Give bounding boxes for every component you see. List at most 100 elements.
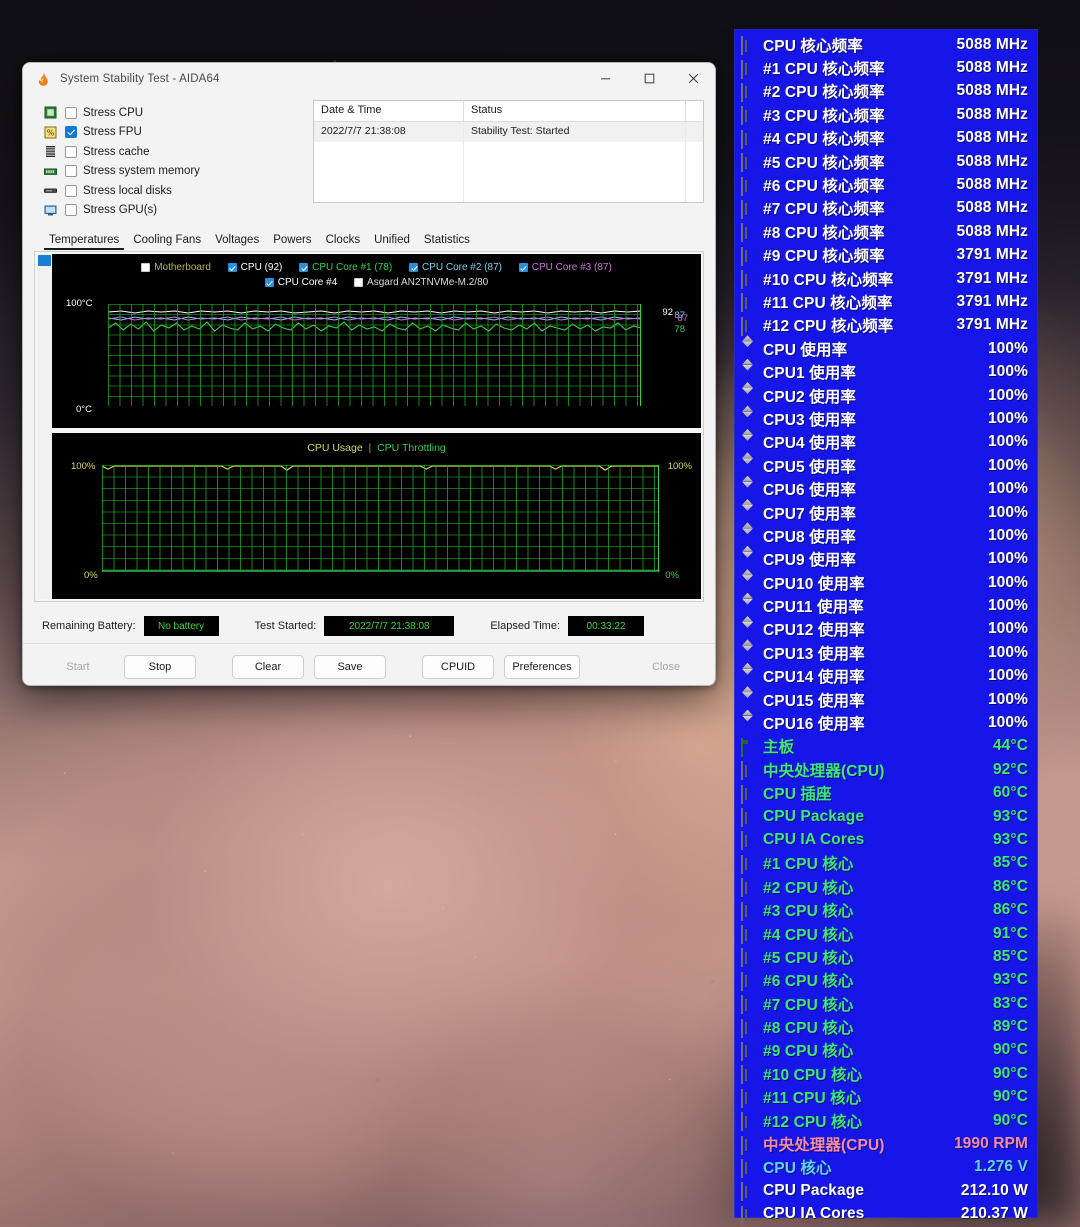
legend-checkbox[interactable]: [354, 278, 363, 287]
usage-legend-cpu-usage[interactable]: CPU Usage: [307, 442, 362, 454]
sensor-row-label: #11 CPU 核心频率: [763, 291, 893, 313]
sensor-row: CPU3 使用率100%: [741, 407, 1030, 430]
tab-clocks[interactable]: Clocks: [319, 233, 368, 248]
cpu-chip-icon: [741, 1043, 756, 1058]
sensor-row-value: 92°C: [993, 761, 1030, 779]
stress-cpu-checkbox[interactable]: [65, 107, 77, 119]
table-row[interactable]: 2022/7/7 21:38:08 Stability Test: Starte…: [314, 122, 703, 142]
stress-option-cpu[interactable]: Stress CPU: [44, 103, 310, 123]
tab-cooling-fans[interactable]: Cooling Fans: [126, 233, 208, 248]
cpu-chip-icon: [741, 154, 756, 169]
sensor-row-label: #5 CPU 核心频率: [763, 151, 885, 173]
sensor-row: CPU Package93°C: [741, 805, 1030, 828]
temperature-chart[interactable]: Motherboard CPU (92) CPU Core #1 (78): [52, 254, 701, 428]
column-header-status[interactable]: Status: [464, 101, 686, 121]
cpu-chip-icon: [741, 224, 756, 239]
stress-option-memory[interactable]: Stress system memory: [44, 162, 310, 182]
temp-axis-min: 0°C: [76, 404, 92, 415]
tab-temperatures[interactable]: Temperatures: [42, 233, 126, 248]
stress-fpu-checkbox[interactable]: [65, 126, 77, 138]
cpu-chip-icon: [741, 1159, 743, 1178]
hourglass-icon: [741, 575, 756, 590]
stress-option-fpu[interactable]: % Stress FPU: [44, 123, 310, 143]
sensor-row-value: 5088 MHz: [957, 129, 1030, 147]
legend-item-core1[interactable]: CPU Core #1 (78): [299, 260, 392, 275]
sensor-row: #11 CPU 核心频率3791 MHz: [741, 290, 1030, 313]
minimize-button[interactable]: [583, 63, 627, 94]
graph-scrollbar[interactable]: [37, 254, 52, 599]
maximize-button[interactable]: [627, 63, 671, 94]
cpu-usage-chart[interactable]: CPU Usage | CPU Throttling 100% 0% 100% …: [52, 433, 701, 599]
sensor-row-label: #5 CPU 核心: [763, 946, 853, 968]
legend-item-cpu[interactable]: CPU (92): [228, 260, 283, 275]
legend-item-core2[interactable]: CPU Core #2 (87): [409, 260, 502, 275]
column-header-datetime[interactable]: Date & Time: [314, 101, 464, 121]
window-titlebar[interactable]: System Stability Test - AIDA64: [23, 63, 715, 94]
legend-checkbox[interactable]: [299, 263, 308, 272]
hourglass-icon: [741, 645, 756, 660]
legend-label: CPU Core #2 (87): [422, 260, 502, 275]
memory-stick-icon: [44, 165, 57, 178]
cpu-chip-icon: [741, 1136, 743, 1155]
sensor-row: CPU 核心1.276 V: [741, 1156, 1030, 1179]
close-action-button[interactable]: Close: [630, 655, 702, 679]
temp-axis-max: 100°C: [66, 298, 93, 309]
stress-disks-checkbox[interactable]: [65, 185, 77, 197]
elapsed-time-value: 00:33:22: [568, 616, 644, 636]
sensor-row: CPU13 使用率100%: [741, 641, 1030, 664]
tab-powers[interactable]: Powers: [266, 233, 318, 248]
close-button[interactable]: [671, 63, 715, 94]
legend-checkbox[interactable]: [519, 263, 528, 272]
hourglass-icon: [741, 482, 756, 497]
stress-cache-checkbox[interactable]: [65, 146, 77, 158]
cpuid-button[interactable]: CPUID: [422, 655, 494, 679]
clear-button[interactable]: Clear: [232, 655, 304, 679]
usage-axis-left-max: 100%: [71, 461, 95, 472]
tab-voltages[interactable]: Voltages: [208, 233, 266, 248]
save-button[interactable]: Save: [314, 655, 386, 679]
tab-statistics[interactable]: Statistics: [417, 233, 477, 248]
legend-checkbox[interactable]: [409, 263, 418, 272]
table-row[interactable]: [314, 142, 703, 162]
cell-status: Stability Test: Started: [464, 122, 686, 142]
table-row[interactable]: [314, 182, 703, 202]
cpu-chip-icon: [741, 61, 756, 76]
cpu-chip-icon: [741, 948, 743, 967]
legend-checkbox[interactable]: [228, 263, 237, 272]
legend-checkbox[interactable]: [265, 278, 274, 287]
stress-gpu-checkbox[interactable]: [65, 204, 77, 216]
stress-option-gpu[interactable]: Stress GPU(s): [44, 201, 310, 221]
usage-legend-cpu-throttling[interactable]: CPU Throttling: [377, 442, 446, 454]
hourglass-icon: [741, 669, 756, 684]
log-table[interactable]: Date & Time Status 2022/7/7 21:38:08 Sta…: [313, 100, 704, 203]
legend-item-core3[interactable]: CPU Core #3 (87): [519, 260, 612, 275]
scrollbar-thumb[interactable]: [38, 255, 51, 266]
sensor-row-value: 60°C: [993, 784, 1030, 802]
sensor-row: CPU Package212.10 W: [741, 1179, 1030, 1202]
legend-item-motherboard[interactable]: Motherboard: [141, 260, 211, 275]
stress-memory-checkbox[interactable]: [65, 165, 77, 177]
sensor-row-label: CPU 核心频率: [763, 34, 863, 56]
table-row[interactable]: [314, 162, 703, 182]
legend-label: Asgard AN2TNVMe-M.2/80: [367, 275, 488, 290]
stress-option-cache[interactable]: Stress cache: [44, 142, 310, 162]
legend-label: CPU (92): [241, 260, 283, 275]
stress-option-disks[interactable]: Stress local disks: [44, 181, 310, 201]
sensor-row: CPU10 使用率100%: [741, 571, 1030, 594]
tab-unified[interactable]: Unified: [367, 233, 417, 248]
start-button[interactable]: Start: [42, 655, 114, 679]
column-header-spacer: [686, 101, 703, 121]
legend-checkbox[interactable]: [141, 263, 150, 272]
cpu-chip-icon: [741, 130, 743, 149]
legend-item-core4[interactable]: CPU Core #4: [265, 275, 337, 290]
cpu-chip-icon: [741, 1112, 743, 1131]
sensor-row: #4 CPU 核心91°C: [741, 922, 1030, 945]
stop-button[interactable]: Stop: [124, 655, 196, 679]
sensor-row: #1 CPU 核心85°C: [741, 852, 1030, 875]
sensor-row-label: CPU13 使用率: [763, 642, 865, 664]
cpu-chip-icon: [741, 856, 756, 871]
legend-item-ssd[interactable]: Asgard AN2TNVMe-M.2/80: [354, 275, 488, 290]
sensor-row-value: 100%: [988, 480, 1030, 498]
sensor-row-label: CPU7 使用率: [763, 502, 856, 524]
preferences-button[interactable]: Preferences: [504, 655, 580, 679]
